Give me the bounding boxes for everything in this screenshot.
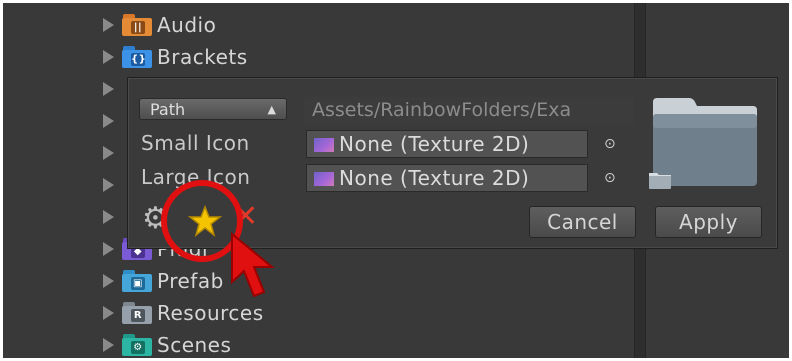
tree-item-label: Scenes	[157, 333, 232, 357]
tree-item-audio[interactable]: || Audio	[103, 11, 216, 39]
large-icon-field[interactable]: None (Texture 2D)	[306, 164, 588, 192]
expand-arrow-icon[interactable]	[103, 82, 114, 96]
tree-item-scenes[interactable]: ⚙ Scenes	[103, 331, 231, 358]
expand-arrow-icon[interactable]	[103, 210, 114, 224]
up-down-arrows-icon: ▲	[267, 103, 276, 116]
expand-arrow-icon[interactable]	[103, 274, 114, 288]
expand-arrow-icon[interactable]	[103, 146, 114, 160]
cancel-button[interactable]: Cancel	[529, 206, 636, 238]
small-icon-field[interactable]: None (Texture 2D)	[306, 130, 588, 158]
pointer-arrow-icon	[228, 231, 280, 306]
expand-arrow-icon[interactable]	[103, 114, 114, 128]
large-icon-value: None (Texture 2D)	[339, 166, 530, 190]
expand-arrow-icon[interactable]	[103, 242, 114, 256]
tree-item-label: Audio	[157, 13, 217, 37]
tree-item-label: Brackets	[157, 45, 248, 69]
mode-select[interactable]: Path ▲	[139, 98, 287, 120]
tree-item[interactable]	[103, 171, 122, 199]
expand-arrow-icon[interactable]	[103, 50, 114, 64]
expand-arrow-icon[interactable]	[103, 178, 114, 192]
resources-folder-icon: R	[122, 302, 152, 324]
expand-arrow-icon[interactable]	[103, 306, 114, 320]
tree-item[interactable]	[103, 75, 122, 103]
scenes-folder-icon: ⚙	[122, 334, 152, 356]
tree-item-prefabs[interactable]: ▣ Prefab	[103, 267, 224, 295]
small-folder-preview-icon	[648, 170, 672, 190]
prefabs-folder-icon: ▣	[122, 270, 152, 292]
object-picker-icon[interactable]: ⊙	[604, 137, 618, 151]
object-picker-icon[interactable]: ⊙	[604, 171, 618, 185]
small-icon-value: None (Texture 2D)	[339, 132, 530, 156]
mode-select-value: Path	[150, 100, 186, 119]
tree-item[interactable]	[103, 139, 122, 167]
brackets-folder-icon: {}	[122, 46, 152, 68]
tree-item[interactable]	[103, 203, 122, 231]
tree-item[interactable]	[103, 107, 122, 135]
project-window: || Audio {} Brackets ◆ Plugi ▣ Prefab R …	[3, 3, 789, 358]
expand-arrow-icon[interactable]	[103, 338, 114, 352]
texture-icon	[314, 138, 334, 152]
apply-button[interactable]: Apply	[655, 206, 762, 238]
expand-arrow-icon[interactable]	[103, 18, 114, 32]
audio-folder-icon: ||	[122, 14, 152, 36]
small-icon-label: Small Icon	[141, 131, 250, 155]
texture-icon	[314, 172, 334, 186]
path-field[interactable]: Assets/RainbowFolders/Exa	[304, 97, 634, 123]
tree-item-label: Prefab	[157, 269, 224, 293]
tree-item-brackets[interactable]: {} Brackets	[103, 43, 248, 71]
